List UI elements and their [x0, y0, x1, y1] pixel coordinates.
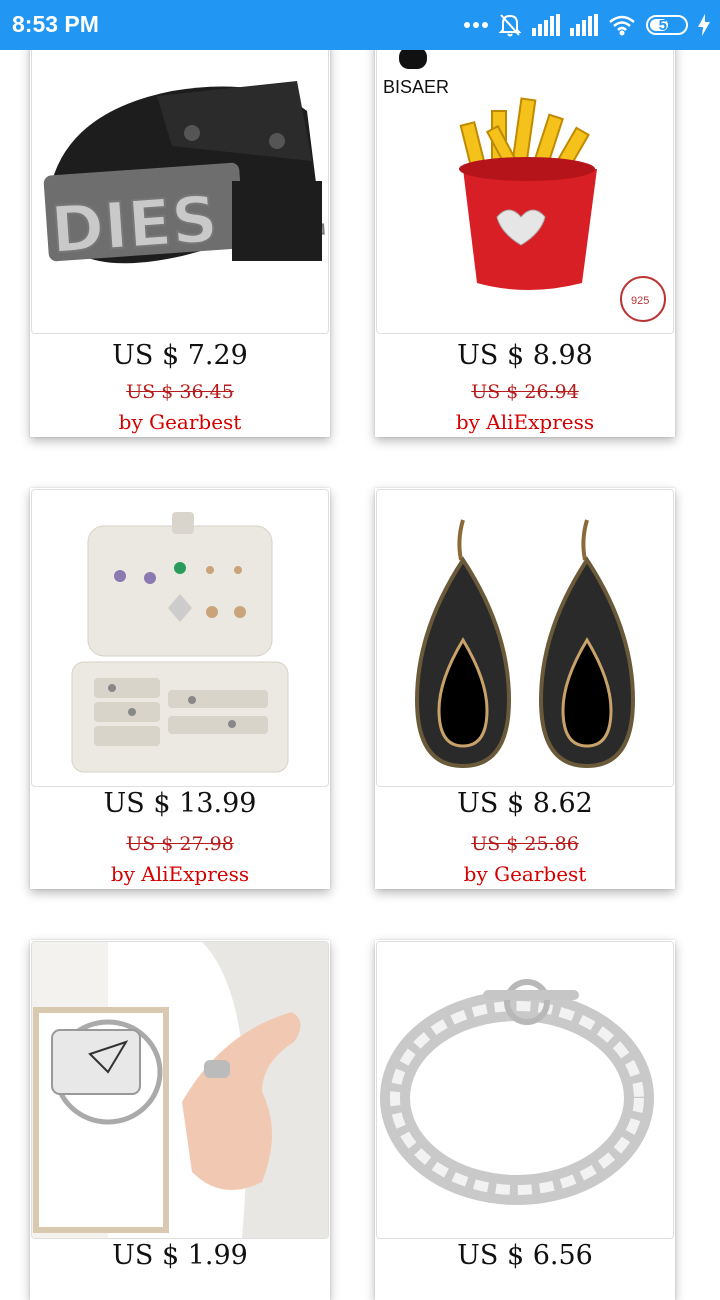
svg-text:925: 925	[631, 295, 649, 307]
signal-icon	[532, 14, 560, 36]
paper-plane-ring-image[interactable]	[31, 941, 329, 1239]
product-seller[interactable]: by Gearbest	[30, 410, 330, 434]
status-time: 8:53 PM	[12, 11, 99, 37]
fries-charm-image[interactable]: BISAER 925	[376, 40, 674, 334]
product-grid: DIES EL US $ 7.29 US $ 36.45 by Gearbest…	[0, 0, 720, 1300]
product-price: US $ 7.29	[112, 340, 248, 371]
charging-icon	[698, 14, 710, 36]
more-dots-icon	[464, 21, 488, 29]
status-icons: 57	[464, 10, 710, 40]
product-card[interactable]: US $ 13.99 US $ 27.98 by AliExpress	[30, 488, 330, 889]
product-price: US $ 13.99	[103, 788, 257, 819]
product-price: US $ 8.62	[457, 788, 593, 819]
product-old-price: US $ 36.45	[126, 381, 234, 403]
product-card[interactable]: DIES EL US $ 7.29 US $ 36.45 by Gearbest	[30, 40, 330, 437]
silver-chain-bracelet-image[interactable]	[376, 941, 674, 1239]
product-old-price: US $ 26.94	[471, 381, 579, 403]
product-old-price: US $ 25.86	[471, 833, 579, 855]
wifi-icon	[608, 14, 636, 36]
product-price: US $ 8.98	[457, 340, 593, 371]
product-price: US $ 6.56	[457, 1240, 593, 1271]
battery-icon: 57	[646, 15, 688, 35]
product-old-price: US $ 27.98	[126, 833, 234, 855]
dnd-off-icon	[498, 12, 522, 38]
product-price: US $ 1.99	[112, 1240, 248, 1271]
jewelry-box-image[interactable]	[31, 489, 329, 787]
leather-bracelet-image[interactable]: DIES EL	[31, 40, 329, 334]
drop-earrings-image[interactable]	[376, 489, 674, 787]
product-seller[interactable]: by AliExpress	[375, 410, 675, 434]
signal-icon	[570, 14, 598, 36]
status-bar: 8:53 PM 57	[0, 0, 720, 50]
brand-logo-text: BISAER	[383, 77, 449, 97]
product-seller[interactable]: by AliExpress	[30, 862, 330, 886]
battery-percent: 57	[658, 16, 676, 34]
product-card[interactable]: US $ 8.62 US $ 25.86 by Gearbest	[375, 488, 675, 889]
product-card[interactable]: BISAER 925 US $ 8.98 US $ 26.94 by AliEx…	[375, 40, 675, 437]
product-card[interactable]: US $ 6.56	[375, 940, 675, 1300]
product-seller[interactable]: by Gearbest	[375, 862, 675, 886]
product-card[interactable]: US $ 1.99	[30, 940, 330, 1300]
